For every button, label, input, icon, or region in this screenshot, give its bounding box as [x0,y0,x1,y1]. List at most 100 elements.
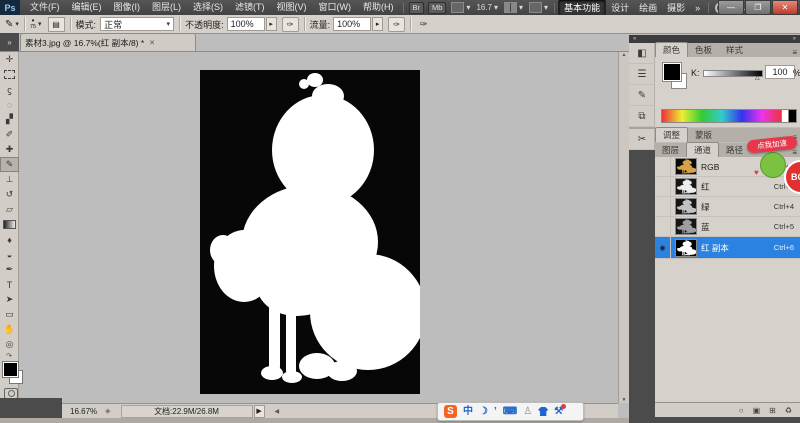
workspace-photography-button[interactable]: 摄影 [662,0,690,15]
mode-select[interactable]: 正常 ▾ [100,17,174,31]
dropdown-icon[interactable]: ▾ [15,20,19,28]
zoom-tool[interactable]: ◎ [0,337,19,352]
screen-mode-button[interactable]: ▾ [529,2,548,13]
launch-mini-bridge-button[interactable]: Mb [428,2,446,14]
airbrush-toggle-icon[interactable]: ✑ [388,17,405,32]
flow-spinner[interactable]: ▸ [372,17,383,31]
foreground-color-swatch[interactable] [3,362,18,377]
ime-language-toggle[interactable]: 中 [463,407,473,417]
ime-punctuation-icon[interactable]: ’ [494,407,497,417]
opacity-pressure-icon[interactable]: ✑ [282,17,299,32]
rectangle-tool[interactable]: ▭ [0,307,19,322]
spectrum-black-cell[interactable] [788,109,797,123]
dock-swatches-panel-icon[interactable]: ☰ [629,64,655,85]
tab-paths[interactable]: 路径 [719,143,750,157]
workspace-painting-button[interactable]: 绘画 [634,0,662,15]
zoom-level-control[interactable]: 16.7 ▾ [476,3,498,12]
quick-selection-tool[interactable]: ◌ [0,97,19,112]
toggle-brush-panel-icon[interactable]: ▤ [48,17,65,32]
channel-row-blue[interactable]: 蓝 Ctrl+5 [655,217,800,237]
pen-tool[interactable]: ✒ [0,262,19,277]
sogou-logo-icon[interactable]: S [444,405,457,418]
menu-help[interactable]: 帮助(H) [357,0,400,15]
k-slider-handle[interactable]: △ [755,74,760,81]
brush-tool[interactable]: ✎ [0,157,19,172]
opacity-input[interactable]: 100% [227,17,265,31]
scroll-up-icon[interactable]: ▲ [622,52,627,58]
vertical-scrollbar[interactable]: ▲ ▼ [618,52,629,403]
tablet-pressure-icon[interactable]: ✑ [416,18,431,31]
menu-edit[interactable]: 编辑(E) [66,0,108,15]
launch-bridge-button[interactable]: Br [409,2,425,14]
tab-adjustments[interactable]: 调整 [655,127,688,142]
dodge-tool[interactable]: ◒ [0,247,19,262]
eraser-tool[interactable]: ▱ [0,202,19,217]
menu-window[interactable]: 窗口(W) [313,0,358,15]
channel-row-green[interactable]: 绿 Ctrl+4 [655,197,800,217]
delete-channel-icon[interactable]: ♻ [785,406,792,415]
workspace-overflow-button[interactable]: » [690,2,705,14]
status-zoom-level[interactable]: 16.67% [62,407,105,416]
spot-healing-brush-tool[interactable]: ✚ [0,142,19,157]
ime-account-icon[interactable]: ♙ [523,407,532,417]
menu-select[interactable]: 选择(S) [187,0,229,15]
menu-file[interactable]: 文件(F) [24,0,66,15]
type-tool[interactable]: T [0,277,19,292]
dock-tool-presets-panel-icon[interactable]: ✂ [629,127,655,150]
view-extras-button[interactable]: ▾ [451,2,470,13]
menu-layer[interactable]: 图层(L) [146,0,187,15]
tab-masks[interactable]: 蒙版 [688,128,719,142]
visibility-toggle[interactable] [655,177,671,196]
tab-channels[interactable]: 通道 [686,142,719,157]
panel-foreground-swatch[interactable] [663,63,681,81]
document-tab[interactable]: 素材3.jpg @ 16.7%(红 副本/8) * ✕ [20,33,196,52]
path-selection-tool[interactable]: ➤ [0,292,19,307]
visibility-eye-icon[interactable]: ◉ [655,237,671,258]
close-button[interactable]: ✕ [772,0,798,15]
save-as-channel-icon[interactable]: ▣ [753,406,761,415]
gradient-tool[interactable] [0,217,19,232]
new-channel-icon[interactable]: ⊞ [769,406,776,415]
blur-tool[interactable]: ♦ [0,232,19,247]
status-options-arrow[interactable]: ▶ [254,405,265,418]
k-slider-track[interactable] [703,70,763,77]
move-tool[interactable]: ✛ [0,52,19,67]
arrange-documents-button[interactable]: ▾ [504,2,523,13]
visibility-toggle[interactable] [655,157,671,176]
opacity-spinner[interactable]: ▸ [266,17,277,31]
color-spectrum-ramp[interactable] [661,109,783,123]
menu-view[interactable]: 视图(V) [271,0,313,15]
workspace-essentials-button[interactable]: 基本功能 [558,0,606,16]
dropdown-icon[interactable]: ▾ [38,20,42,28]
brush-preset-picker[interactable]: • 75 [30,17,36,31]
channel-row-red-copy[interactable]: ◉ 红 副本 Ctrl+6 [655,237,800,259]
lasso-tool[interactable]: ϛ [0,82,19,97]
brush-tool-preset-icon[interactable]: ✎ [5,19,13,30]
canvas-document[interactable] [200,70,420,394]
scroll-down-icon[interactable]: ▼ [622,397,627,403]
visibility-toggle[interactable] [655,197,671,216]
clone-stamp-tool[interactable]: ⊥ [0,172,19,187]
flow-input[interactable]: 100% [333,17,371,31]
load-selection-icon[interactable]: ○ [739,406,744,415]
crop-tool[interactable]: ▞ [0,112,19,127]
rectangular-marquee-tool[interactable] [0,67,19,82]
panel-menu-icon[interactable]: ≡ [792,148,800,157]
scroll-left-icon[interactable]: ◀ [275,408,280,415]
workspace-design-button[interactable]: 设计 [606,0,634,15]
tab-color[interactable]: 颜色 [655,42,688,57]
hand-tool[interactable]: ✋ [0,322,19,337]
menu-filter[interactable]: 滤镜(T) [229,0,271,15]
ime-fullwidth-icon[interactable]: ☽ [479,407,488,417]
tab-styles[interactable]: 样式 [719,43,750,57]
visibility-toggle[interactable] [655,217,671,236]
dock-history-panel-icon[interactable]: ◧ [629,43,655,64]
history-brush-tool[interactable]: ↺ [0,187,19,202]
minimize-button[interactable]: — [718,0,744,15]
panel-menu-icon[interactable]: ≡ [792,48,800,57]
tab-well-overflow[interactable]: » [0,33,19,52]
tab-swatches[interactable]: 色板 [688,43,719,57]
ad-mascot[interactable] [760,152,786,178]
swap-colors-icon[interactable]: ↷ [0,352,18,360]
ime-softkeyboard-icon[interactable]: ⌨ [503,407,517,417]
